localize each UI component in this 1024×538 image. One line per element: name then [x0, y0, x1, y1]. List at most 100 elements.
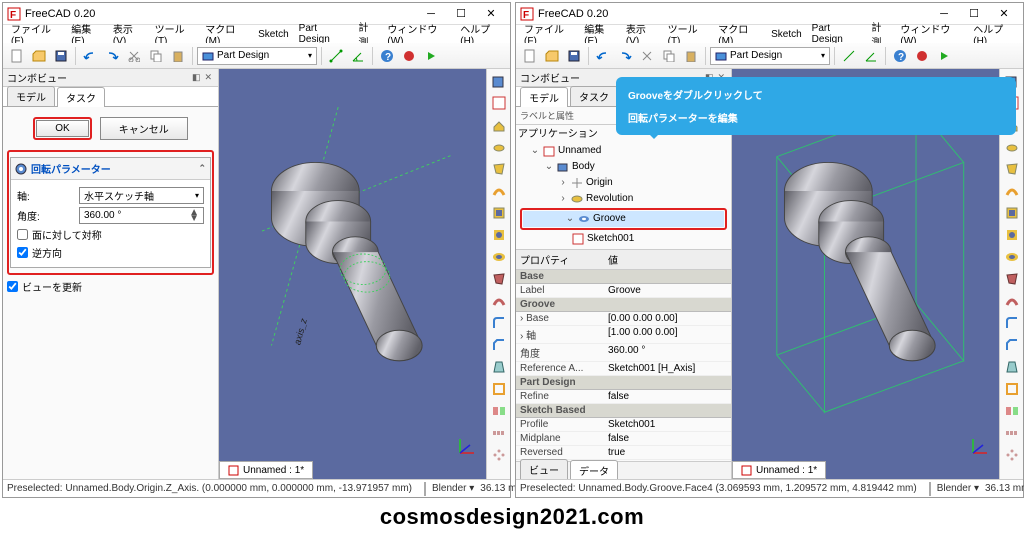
tab-task[interactable]: タスク	[57, 87, 105, 107]
cut-button[interactable]	[637, 46, 657, 66]
macro-play-button[interactable]	[934, 46, 954, 66]
pocket-button[interactable]	[1002, 203, 1022, 223]
fillet-button[interactable]	[1002, 313, 1022, 333]
save-button[interactable]	[564, 46, 584, 66]
subsweep-button[interactable]	[1002, 291, 1022, 311]
undo-button[interactable]	[80, 46, 100, 66]
symmetric-checkbox[interactable]: 面に対して対称	[17, 227, 204, 242]
macro-record-button[interactable]	[912, 46, 932, 66]
cancel-button[interactable]: キャンセル	[100, 117, 188, 140]
paste-button[interactable]	[168, 46, 188, 66]
mirror-button[interactable]	[489, 401, 509, 421]
open-file-button[interactable]	[29, 46, 49, 66]
paste-button[interactable]	[681, 46, 701, 66]
macro-record-button[interactable]	[399, 46, 419, 66]
draft-button[interactable]	[1002, 357, 1022, 377]
prop-midplane[interactable]: Midplanefalse	[516, 432, 731, 446]
thickness-button[interactable]	[489, 379, 509, 399]
document-tab[interactable]: Unnamed : 1*	[732, 461, 826, 479]
save-button[interactable]	[51, 46, 71, 66]
prop-reversed[interactable]: Reversedtrue	[516, 446, 731, 460]
measure-linear-button[interactable]	[839, 46, 859, 66]
axis-combo[interactable]: 水平スケッチ軸▾	[79, 187, 204, 204]
loft-button[interactable]	[1002, 159, 1022, 179]
panel-close-icon[interactable]: ✕	[202, 72, 214, 82]
nav-style[interactable]: Blender ▾	[432, 483, 474, 494]
copy-button[interactable]	[146, 46, 166, 66]
tree-revolution[interactable]: ›Revolution	[516, 191, 731, 207]
hole-button[interactable]	[489, 225, 509, 245]
menu-sketch[interactable]: Sketch	[254, 29, 293, 40]
subloft-button[interactable]	[489, 269, 509, 289]
new-sketch-button[interactable]	[489, 93, 509, 113]
measure-linear-button[interactable]	[326, 46, 346, 66]
groove-button[interactable]	[489, 247, 509, 267]
redo-button[interactable]	[615, 46, 635, 66]
revolution-button[interactable]	[1002, 137, 1022, 157]
reversed-checkbox[interactable]: 逆方向	[17, 245, 204, 260]
sweep-button[interactable]	[1002, 181, 1022, 201]
linear-pattern-button[interactable]	[489, 423, 509, 443]
tree-sketch001[interactable]: Sketch001	[516, 231, 731, 247]
copy-button[interactable]	[659, 46, 679, 66]
subsweep-button[interactable]	[489, 291, 509, 311]
tree-origin[interactable]: ›Origin	[516, 175, 731, 191]
create-body-button[interactable]	[489, 71, 509, 91]
linear-pattern-button[interactable]	[1002, 423, 1022, 443]
prop-refaxis[interactable]: Reference A...Sketch001 [H_Axis]	[516, 362, 731, 376]
workbench-selector[interactable]: Part Design▾	[710, 47, 830, 65]
prop-angle[interactable]: 角度360.00 °	[516, 344, 731, 362]
tree-body[interactable]: ⌄Body	[516, 159, 731, 175]
panel-float-icon[interactable]: ◧	[190, 72, 203, 82]
prop-refine[interactable]: Refinefalse	[516, 390, 731, 404]
chamfer-button[interactable]	[1002, 335, 1022, 355]
groove-button[interactable]	[1002, 247, 1022, 267]
prop-base[interactable]: › Base[0.00 0.00 0.00]	[516, 312, 731, 326]
prop-axis[interactable]: › 軸[1.00 0.00 0.00]	[516, 326, 731, 344]
measure-angle-button[interactable]	[348, 46, 368, 66]
collapse-icon[interactable]: ⌃	[198, 163, 206, 174]
pad-button[interactable]	[489, 115, 509, 135]
menu-partdesign[interactable]: Part Design	[295, 23, 353, 45]
macro-play-button[interactable]	[421, 46, 441, 66]
measure-angle-button[interactable]	[861, 46, 881, 66]
tab-model[interactable]: モデル	[7, 86, 55, 106]
chamfer-button[interactable]	[489, 335, 509, 355]
prop-tab-view[interactable]: ビュー	[520, 459, 568, 479]
tab-task[interactable]: タスク	[570, 86, 618, 106]
draft-button[interactable]	[489, 357, 509, 377]
new-file-button[interactable]	[7, 46, 27, 66]
polar-pattern-button[interactable]	[1002, 445, 1022, 465]
nav-style-icon[interactable]	[424, 482, 426, 496]
hole-button[interactable]	[1002, 225, 1022, 245]
whats-this-button[interactable]: ?	[377, 46, 397, 66]
workbench-selector[interactable]: Part Design▾	[197, 47, 317, 65]
open-file-button[interactable]	[542, 46, 562, 66]
revolution-button[interactable]	[489, 137, 509, 157]
polar-pattern-button[interactable]	[489, 445, 509, 465]
prop-label[interactable]: LabelGroove	[516, 284, 731, 298]
3d-viewport[interactable]: axis_z Unnamed : 1*	[219, 69, 486, 479]
document-tab[interactable]: Unnamed : 1*	[219, 461, 313, 479]
tab-model[interactable]: モデル	[520, 87, 568, 107]
sweep-button[interactable]	[489, 181, 509, 201]
ok-button[interactable]: OK	[36, 120, 88, 137]
prop-profile[interactable]: ProfileSketch001	[516, 418, 731, 432]
subloft-button[interactable]	[1002, 269, 1022, 289]
whats-this-button[interactable]: ?	[890, 46, 910, 66]
angle-spinbox[interactable]: 360.00 °▲▼	[79, 207, 204, 224]
nav-style[interactable]: Blender ▾	[937, 483, 979, 494]
new-file-button[interactable]	[520, 46, 540, 66]
tree-groove[interactable]: ⌄Groove	[523, 211, 724, 227]
redo-button[interactable]	[102, 46, 122, 66]
prop-tab-data[interactable]: データ	[570, 460, 618, 479]
tree-doc[interactable]: ⌄Unnamed	[516, 143, 731, 159]
pocket-button[interactable]	[489, 203, 509, 223]
menu-sketch[interactable]: Sketch	[767, 29, 806, 40]
mirror-button[interactable]	[1002, 401, 1022, 421]
thickness-button[interactable]	[1002, 379, 1022, 399]
nav-style-icon[interactable]	[929, 482, 931, 496]
fillet-button[interactable]	[489, 313, 509, 333]
cut-button[interactable]	[124, 46, 144, 66]
menu-partdesign[interactable]: Part Design	[808, 23, 866, 45]
